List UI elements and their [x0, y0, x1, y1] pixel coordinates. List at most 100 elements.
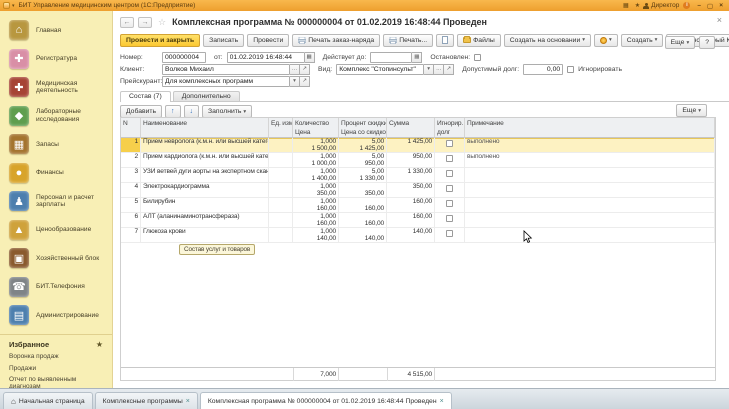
- ignore-debt-checkbox[interactable]: [446, 155, 453, 162]
- ignore-label: Игнорировать: [578, 66, 622, 73]
- valid-until-label: Действует до:: [323, 54, 367, 61]
- row-note: выполнено: [465, 138, 715, 153]
- calendar-icon[interactable]: ▦: [412, 52, 422, 63]
- ellipsis-icon[interactable]: …: [434, 64, 444, 75]
- table-row[interactable]: 7 Глюкоза крови 1,000 140,00 140,00 140,…: [121, 228, 715, 243]
- row-ignore-debt: [435, 198, 465, 213]
- sidebar-item[interactable]: ◆ Лабораторные исследования: [0, 102, 112, 131]
- table-row[interactable]: 1 Прием невролога (к.м.н. или высшей кат…: [121, 138, 715, 153]
- ignore-debt-checkbox[interactable]: [446, 170, 453, 177]
- save-button[interactable]: Записать: [203, 34, 244, 47]
- window-tab[interactable]: ⌂ Комплексные программы ×: [95, 392, 198, 409]
- chevron-down-icon[interactable]: ▾: [290, 76, 300, 87]
- row-sum: 160,00: [387, 213, 435, 228]
- create-button[interactable]: Создать▾: [621, 34, 664, 47]
- files-button[interactable]: Файлы: [457, 34, 501, 47]
- sidebar-item[interactable]: ☎ БИТ.Телефония: [0, 273, 112, 302]
- window-tab[interactable]: ⌂ Начальная страница ×: [3, 392, 93, 409]
- print-button[interactable]: Печать...: [383, 34, 433, 47]
- row-qty-price: 1,000 160,00: [293, 213, 339, 228]
- info-icon[interactable]: i: [683, 2, 690, 9]
- main-menu-arrow-icon[interactable]: ▾: [12, 3, 15, 9]
- table-row[interactable]: 4 Электрокардиограмма 1,000 350,00 350,0…: [121, 183, 715, 198]
- row-name: УЗИ ветвей дуги аорты на экспертном скан…: [141, 168, 269, 183]
- tab[interactable]: Состав (7): [120, 91, 171, 103]
- star-icon[interactable]: ★: [96, 340, 103, 349]
- forward-button[interactable]: →: [138, 17, 152, 28]
- calendar-icon[interactable]: ▦: [305, 52, 315, 63]
- open-icon[interactable]: ↗: [444, 64, 454, 75]
- favorite-link[interactable]: Продажи: [9, 365, 103, 372]
- row-ignore-debt: [435, 153, 465, 168]
- sidebar-item[interactable]: ▣ Хозяйственный блок: [0, 244, 112, 273]
- table-more-button[interactable]: Еще▾: [676, 104, 707, 117]
- table-row[interactable]: 5 Билирубин 1,000 160,00 160,00 160,00: [121, 198, 715, 213]
- more-button[interactable]: Еще▾: [665, 36, 696, 49]
- arrow-up-icon: ↑: [171, 108, 175, 115]
- create-based-on-button[interactable]: Создать на основании▾: [504, 34, 591, 47]
- help-button[interactable]: ?: [699, 36, 715, 49]
- sidebar-item[interactable]: ▤ Администрирование: [0, 301, 112, 330]
- row-note: [465, 213, 715, 228]
- coin-dropdown-button[interactable]: ▾: [594, 34, 618, 47]
- open-icon[interactable]: ↗: [300, 76, 310, 87]
- col-discount: Процент скидкиЦена со скидкой: [339, 118, 387, 138]
- ignore-debt-checkbox[interactable]: [446, 200, 453, 207]
- sidebar-item[interactable]: ● Финансы: [0, 159, 112, 188]
- stopped-checkbox[interactable]: [474, 54, 481, 61]
- window-tab[interactable]: ⌂ Комплексная программа № 000000004 от 0…: [200, 392, 452, 409]
- table-row[interactable]: 2 Прием кардиолога (к.м.н. или высшей ка…: [121, 153, 715, 168]
- favorite-star-icon[interactable]: ☆: [158, 17, 166, 28]
- ignore-debt-checkbox[interactable]: [446, 215, 453, 222]
- coin-icon: [600, 37, 607, 44]
- kind-field[interactable]: [336, 64, 424, 75]
- sidebar-item[interactable]: ✚ Регистратура: [0, 45, 112, 74]
- close-form-icon[interactable]: ×: [717, 16, 722, 25]
- favorite-link[interactable]: Отчет по выявленным диагнозам: [9, 376, 103, 388]
- sidebar-item[interactable]: ✚ Медицинская деятельность: [0, 73, 112, 102]
- open-icon[interactable]: ↗: [300, 64, 310, 75]
- row-name: Прием невролога (к.м.н. или высшей катег…: [141, 138, 269, 153]
- sidebar-item-label: Запасы: [36, 141, 59, 149]
- row-note: [465, 183, 715, 198]
- ignore-debt-checkbox[interactable]: [446, 185, 453, 192]
- chevron-down-icon[interactable]: ▾: [424, 64, 434, 75]
- apps-icon[interactable]: ▦: [623, 2, 629, 9]
- close-window-button[interactable]: ×: [719, 2, 723, 9]
- favorite-link[interactable]: Воронка продаж: [9, 353, 103, 360]
- pricelist-field[interactable]: [162, 76, 290, 87]
- print-order-button[interactable]: Печать заказ-наряда: [292, 34, 380, 47]
- home-icon: ⌂: [9, 20, 29, 40]
- minimize-button[interactable]: –: [697, 2, 701, 9]
- client-field[interactable]: [162, 64, 290, 75]
- ellipsis-icon[interactable]: …: [290, 64, 300, 75]
- sidebar-item[interactable]: ▦ Запасы: [0, 130, 112, 159]
- ignore-debt-checkbox[interactable]: [446, 140, 453, 147]
- sidebar-item[interactable]: ⌂ Главная: [0, 16, 112, 45]
- back-button[interactable]: ←: [120, 17, 134, 28]
- sidebar-item[interactable]: ♟ Персонал и расчет зарплаты: [0, 187, 112, 216]
- ignore-checkbox[interactable]: [567, 66, 574, 73]
- maximize-button[interactable]: ▢: [707, 2, 713, 10]
- close-tab-icon[interactable]: ×: [440, 398, 444, 405]
- document-fields: Номер: от: ▦ Действует до: ▦ Остановлен:…: [120, 51, 729, 87]
- table-row[interactable]: 6 АЛТ (аланинаминотрансфераза) 1,000 160…: [121, 213, 715, 228]
- number-field[interactable]: [162, 52, 206, 63]
- sidebar-items: ⌂ Главная ✚ Регистратура ✚ Медицинская д…: [0, 11, 112, 330]
- report-sheet-button[interactable]: [436, 34, 454, 47]
- allowed-debt-field[interactable]: [523, 64, 563, 75]
- composition-hint-button[interactable]: Состав услуг и товаров: [179, 244, 255, 255]
- tab[interactable]: Дополнительно: [173, 91, 240, 102]
- app-icon[interactable]: [3, 2, 10, 9]
- favorites-icon[interactable]: ★: [635, 2, 640, 9]
- ignore-debt-checkbox[interactable]: [446, 230, 453, 237]
- valid-until-field[interactable]: [370, 52, 412, 63]
- post-button[interactable]: Провести: [247, 34, 289, 47]
- row-sum: 160,00: [387, 198, 435, 213]
- post-and-close-button[interactable]: Провести и закрыть: [120, 34, 200, 47]
- date-field[interactable]: [227, 52, 305, 63]
- sidebar-item[interactable]: ▲ Ценообразование: [0, 216, 112, 245]
- table-row[interactable]: 3 УЗИ ветвей дуги аорты на экспертном ск…: [121, 168, 715, 183]
- current-user[interactable]: Директор: [651, 2, 679, 9]
- close-tab-icon[interactable]: ×: [186, 398, 190, 405]
